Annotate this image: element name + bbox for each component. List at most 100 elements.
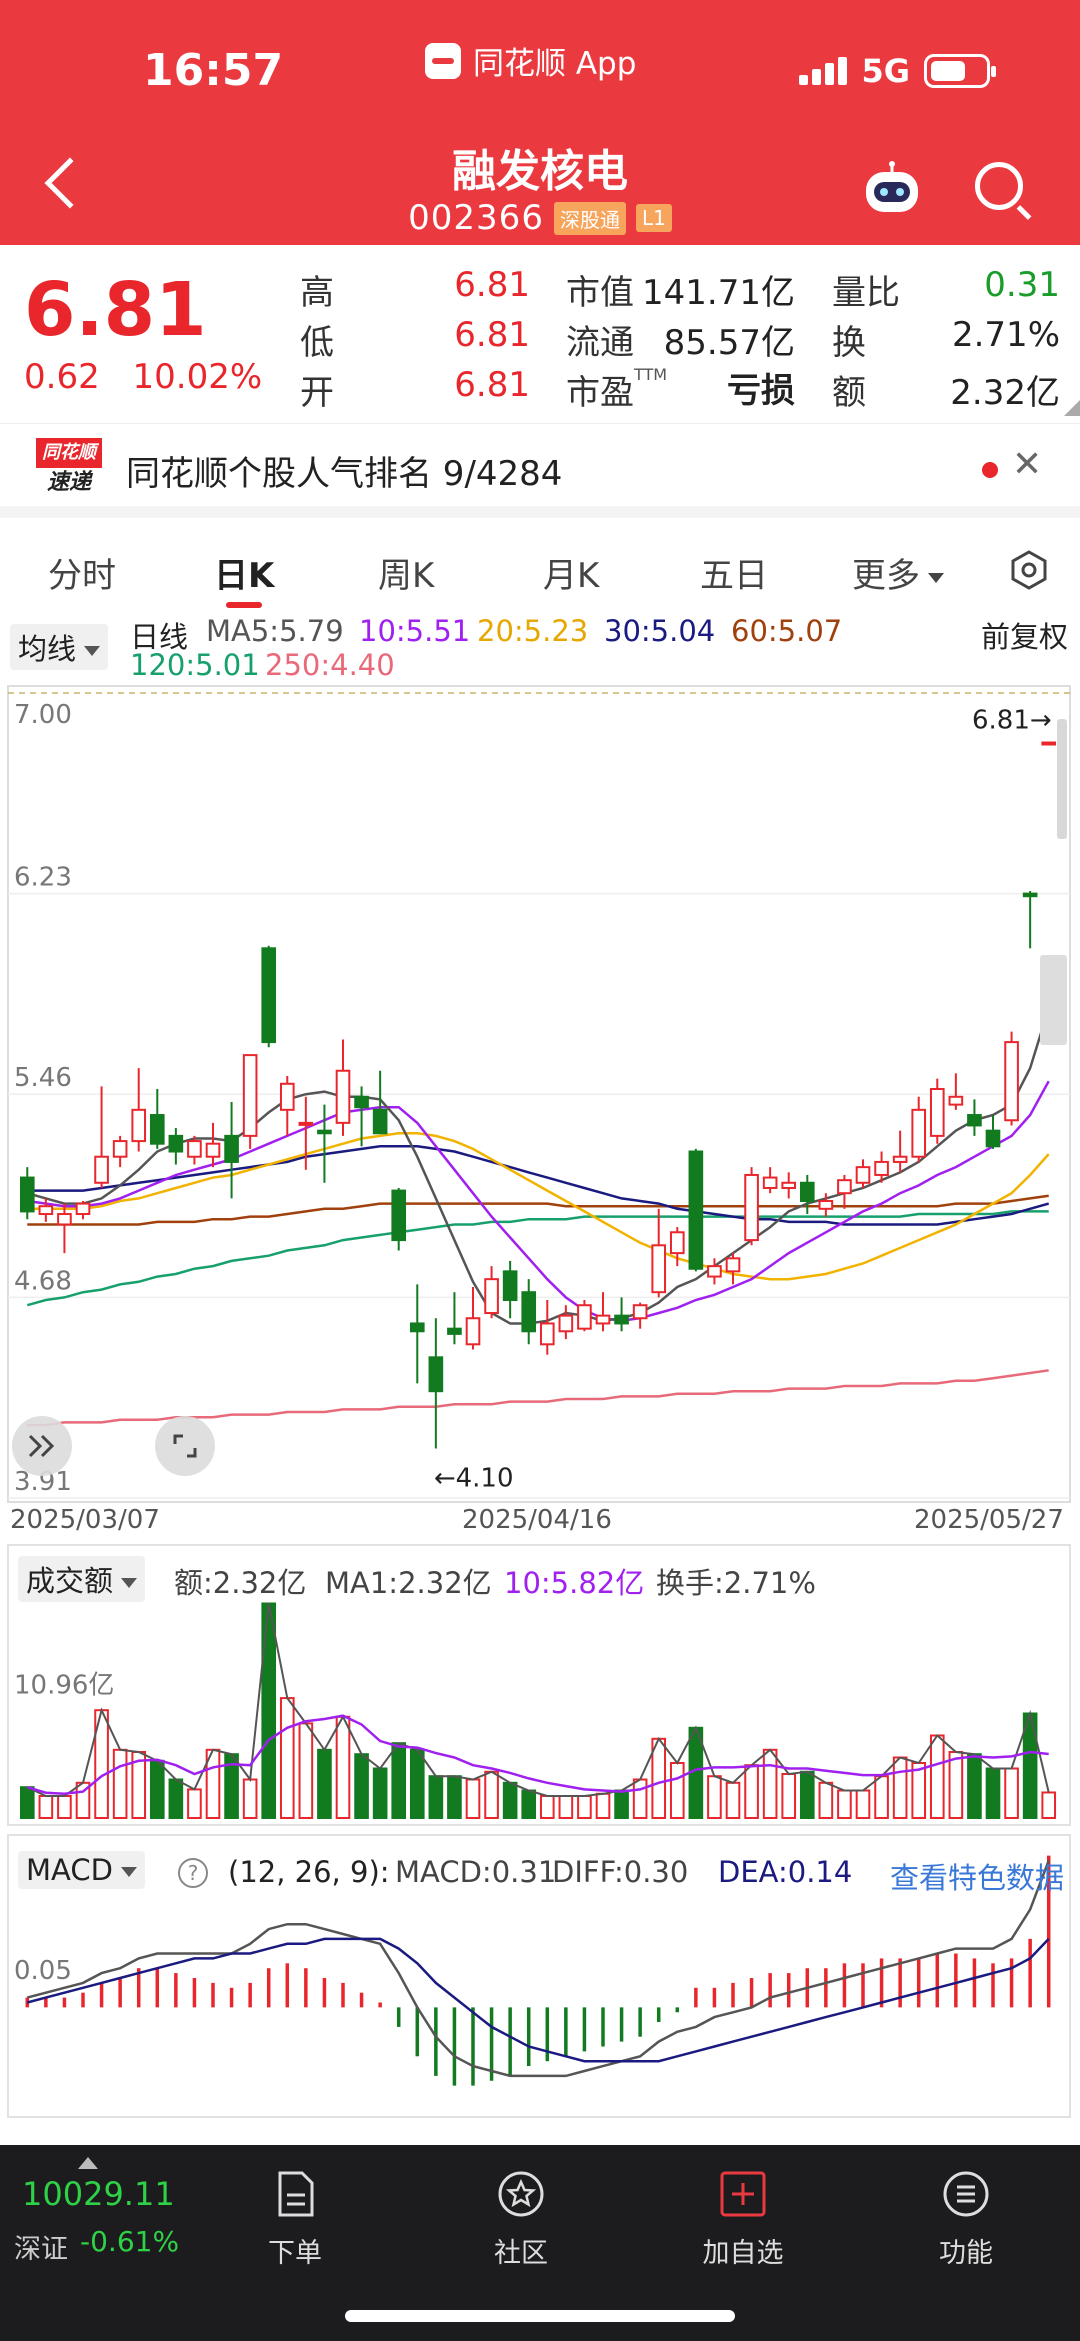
date-mid: 2025/04/16 xyxy=(462,1505,612,1535)
indicator-dropdown[interactable]: 均线 xyxy=(10,624,109,670)
chevron-down-icon xyxy=(120,1867,137,1877)
level-tag: L1 xyxy=(635,204,672,232)
nav-community[interactable]: 社区 xyxy=(461,2157,581,2270)
chevron-down-icon xyxy=(928,572,944,583)
volume-bar xyxy=(112,1748,128,1820)
adjust-mode[interactable]: 前复权 xyxy=(981,614,1068,656)
volume-bar xyxy=(985,1767,1001,1819)
volume-dropdown[interactable]: 成交额 xyxy=(18,1556,146,1602)
candle-up xyxy=(725,1257,741,1273)
menu-circle-icon xyxy=(943,2171,989,2217)
max-price-label: 6.81→ xyxy=(972,705,1052,735)
candle-down xyxy=(521,1291,537,1333)
volume-bar xyxy=(1004,1767,1019,1819)
volume-bar xyxy=(465,1778,481,1819)
volume-bar xyxy=(967,1753,982,1819)
candle-up xyxy=(707,1265,722,1278)
fullscreen-button[interactable] xyxy=(155,1416,215,1476)
change-percent: 10.02% xyxy=(132,357,263,397)
volume-bar xyxy=(948,1751,964,1819)
vol-turnover: 换手:2.71% xyxy=(656,1566,816,1600)
y-tick-label: 7.00 xyxy=(14,700,72,730)
pe-value: 亏损 xyxy=(727,371,795,411)
volume-bar xyxy=(855,1789,871,1819)
candle-down xyxy=(502,1270,518,1302)
help-icon[interactable]: ? xyxy=(178,1853,208,1888)
candle-up xyxy=(669,1231,685,1255)
nav-functions[interactable]: 功能 xyxy=(906,2157,1026,2270)
status-icons: 5G xyxy=(799,52,996,90)
candle-down xyxy=(149,1114,165,1145)
candle-down xyxy=(391,1189,407,1242)
legend-ma20: 20:5.23 xyxy=(477,614,589,648)
float-value: 85.57亿 xyxy=(663,323,795,363)
status-app-indicator[interactable]: 同花顺 App xyxy=(425,38,636,83)
volume-bar xyxy=(1041,1791,1057,1819)
candle-up xyxy=(298,1121,314,1126)
feature-data-link[interactable]: 查看特色数据 xyxy=(890,1855,1064,1897)
y-tick-label: 4.68 xyxy=(14,1266,72,1296)
candle-up xyxy=(131,1108,147,1143)
volume-bar xyxy=(187,1788,202,1820)
candle-up xyxy=(57,1213,72,1226)
volume-y-tick: 10.96亿 xyxy=(14,1670,114,1700)
ths-express-logo: 同花顺 速递 xyxy=(36,438,102,498)
volume-bar xyxy=(391,1742,407,1819)
vol-ma1: MA1:2.32亿 xyxy=(325,1566,492,1600)
mktcap-label: 市值 xyxy=(566,273,634,313)
candle-down xyxy=(261,947,277,1044)
candle-down xyxy=(372,1108,388,1135)
settings-hexagon-icon[interactable] xyxy=(1009,550,1049,590)
candle-down xyxy=(428,1356,444,1393)
amount-value: 2.32亿 xyxy=(950,373,1060,413)
tab-monthly-k[interactable]: 月K xyxy=(543,548,599,597)
popularity-banner[interactable]: 同花顺 速递 同花顺个股人气排名 9/4284 ✕ xyxy=(0,423,1080,518)
tab-weekly-k[interactable]: 周K xyxy=(378,548,434,597)
candle-down xyxy=(1022,892,1038,898)
assistant-robot-icon[interactable] xyxy=(862,160,922,216)
price-change: 0.62 10.02% xyxy=(24,357,262,397)
scroll-right-button[interactable] xyxy=(12,1416,72,1476)
banner-text: 同花顺个股人气排名 9/4284 xyxy=(126,454,563,494)
nav-add-watchlist[interactable]: 加自选 xyxy=(683,2157,803,2270)
volume-bar xyxy=(19,1786,35,1819)
chart-scroll-thumb xyxy=(1040,955,1067,1045)
candle-up xyxy=(595,1314,611,1325)
index-value[interactable]: 10029.11 xyxy=(22,2175,175,2213)
candle-up xyxy=(632,1304,648,1320)
volume-bar xyxy=(818,1781,834,1820)
close-icon[interactable]: ✕ xyxy=(1012,444,1042,485)
current-price: 6.81 xyxy=(24,267,207,353)
app-icon xyxy=(425,42,461,79)
candle-down xyxy=(317,1129,332,1135)
search-icon[interactable] xyxy=(975,162,1023,210)
volume-bar xyxy=(428,1775,444,1819)
legend-ma30: 30:5.04 xyxy=(604,614,716,648)
turnover-value: 2.71% xyxy=(951,315,1060,355)
candle-up xyxy=(744,1173,759,1242)
candle-down xyxy=(168,1134,184,1153)
index-change: -0.61% xyxy=(80,2225,180,2258)
tab-intraday[interactable]: 分时 xyxy=(48,548,116,597)
kline-chart[interactable]: 7.006.235.464.683.916.81→←4.10 10.96亿 0.… xyxy=(0,683,1080,2123)
index-up-arrow-icon[interactable] xyxy=(78,2157,98,2169)
candle-up xyxy=(205,1142,221,1158)
legend-ma60: 60:5.07 xyxy=(731,614,843,648)
nav-community-label: 社区 xyxy=(494,2238,548,2269)
tab-five-day[interactable]: 五日 xyxy=(700,548,768,597)
volume-bar xyxy=(781,1773,797,1819)
candle-up xyxy=(242,1054,258,1137)
legend-ma250: 250:4.40 xyxy=(265,648,395,682)
candle-up xyxy=(762,1176,778,1189)
candle-up xyxy=(911,1108,927,1158)
nav-order[interactable]: 下单 xyxy=(235,2157,355,2270)
candle-down xyxy=(447,1327,462,1335)
ma5-line xyxy=(26,1007,1050,1325)
tab-more[interactable]: 更多 xyxy=(852,548,944,597)
volume-bar xyxy=(707,1775,722,1819)
expand-corner-icon[interactable] xyxy=(1064,400,1080,416)
tab-daily-k[interactable]: 日K xyxy=(214,548,274,597)
amount-label: 额 xyxy=(832,373,866,413)
macd-dropdown[interactable]: MACD xyxy=(18,1851,145,1889)
volume-bar xyxy=(614,1789,629,1819)
